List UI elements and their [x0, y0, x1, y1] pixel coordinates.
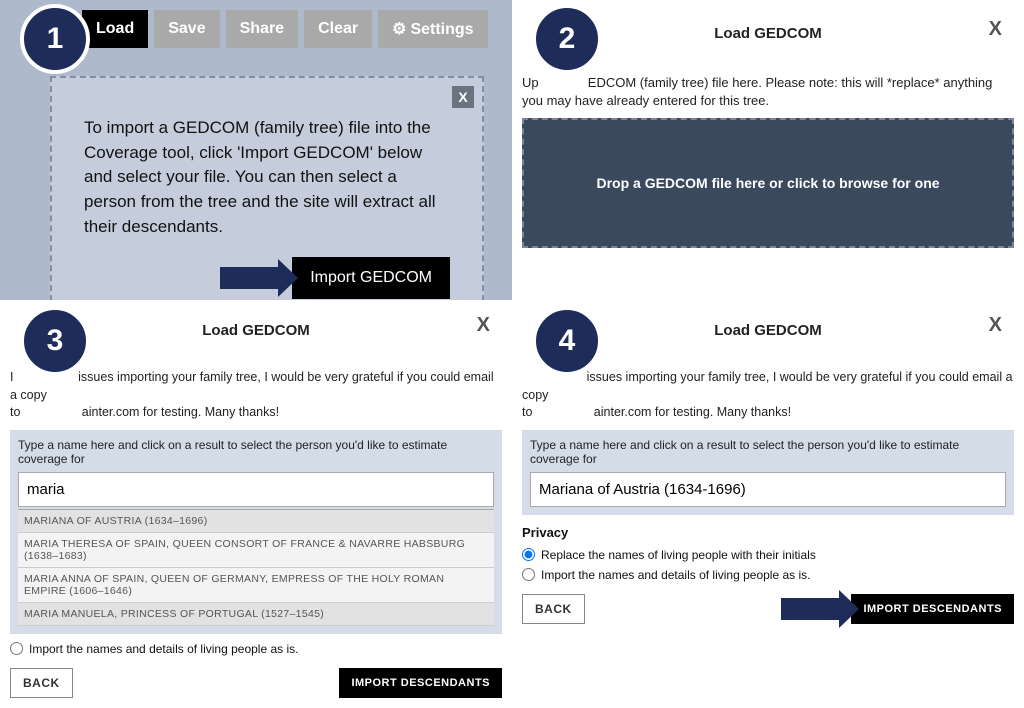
step-badge-2: 2 — [532, 4, 602, 74]
person-search-input[interactable] — [18, 472, 494, 507]
search-instruction: Type a name here and click on a result t… — [18, 438, 494, 466]
privacy-options: Import the names and details of living p… — [10, 642, 502, 656]
back-button[interactable]: BACK — [522, 594, 585, 624]
close-icon[interactable]: X — [989, 314, 1002, 337]
panel-step-3: 3 X Load GEDCOM I f you have issues impo… — [0, 300, 512, 708]
suggestion-item[interactable]: MARIANA OF AUSTRIA (1634–1696) — [18, 510, 494, 533]
panel-step-1: 1 Load Save Share Clear Settings X To im… — [0, 0, 512, 300]
step-badge-3: 3 — [20, 306, 90, 376]
settings-button[interactable]: Settings — [378, 10, 487, 48]
gedcom-dropzone[interactable]: Drop a GEDCOM file here or click to brow… — [522, 118, 1014, 248]
step-badge-1: 1 — [20, 4, 90, 74]
close-icon[interactable]: X — [989, 18, 1002, 41]
import-info-box: X To import a GEDCOM (family tree) file … — [50, 76, 484, 321]
save-button[interactable]: Save — [154, 10, 219, 48]
close-icon[interactable]: X — [452, 86, 474, 108]
search-suggestions: MARIANA OF AUSTRIA (1634–1696) MARIA THE… — [18, 509, 494, 626]
arrow-right-icon — [781, 598, 841, 620]
main-toolbar: Load Save Share Clear Settings — [82, 10, 502, 48]
help-text: If you have issues importing your family… — [522, 369, 1014, 422]
import-descendants-button[interactable]: IMPORT DESCENDANTS — [339, 668, 502, 698]
step-badge-4: 4 — [532, 306, 602, 376]
suggestion-item[interactable]: MARIA MANUELA, PRINCESS OF PORTUGAL (152… — [18, 603, 494, 626]
import-info-text: To import a GEDCOM (family tree) file in… — [84, 116, 450, 239]
privacy-radio-initials[interactable] — [522, 548, 535, 561]
panel-step-2: 2 X Load GEDCOM Upload a GEDCOM (family … — [512, 0, 1024, 300]
privacy-radio-import-asis[interactable] — [10, 642, 23, 655]
load-button[interactable]: Load — [82, 10, 148, 48]
privacy-heading: Privacy — [522, 525, 1014, 540]
arrow-right-icon — [220, 267, 280, 289]
panel-step-4: 4 X Load GEDCOM If you have issues impor… — [512, 300, 1024, 708]
privacy-options: Privacy Replace the names of living peop… — [522, 525, 1014, 582]
close-icon[interactable]: X — [477, 314, 490, 337]
suggestion-item[interactable]: MARIA THERESA OF SPAIN, QUEEN CONSORT OF… — [18, 533, 494, 568]
person-search-input[interactable] — [530, 472, 1006, 507]
import-descendants-button[interactable]: IMPORT DESCENDANTS — [851, 594, 1014, 624]
clear-button[interactable]: Clear — [304, 10, 372, 48]
import-gedcom-button[interactable]: Import GEDCOM — [292, 257, 450, 299]
privacy-radio-label: Replace the names of living people with … — [541, 548, 816, 562]
person-search-box: Type a name here and click on a result t… — [10, 430, 502, 634]
suggestion-item[interactable]: MARIA ANNA OF SPAIN, QUEEN OF GERMANY, E… — [18, 568, 494, 603]
privacy-radio-label: Import the names and details of living p… — [541, 568, 810, 582]
share-button[interactable]: Share — [226, 10, 298, 48]
help-text: I f you have issues importing your famil… — [10, 369, 502, 422]
back-button[interactable]: BACK — [10, 668, 73, 698]
upload-description: Upload a GEDCOM (family tree) file here.… — [522, 74, 1014, 110]
search-instruction: Type a name here and click on a result t… — [530, 438, 1006, 466]
person-search-box: Type a name here and click on a result t… — [522, 430, 1014, 515]
privacy-radio-import-asis[interactable] — [522, 568, 535, 581]
privacy-radio-label: Import the names and details of living p… — [29, 642, 298, 656]
